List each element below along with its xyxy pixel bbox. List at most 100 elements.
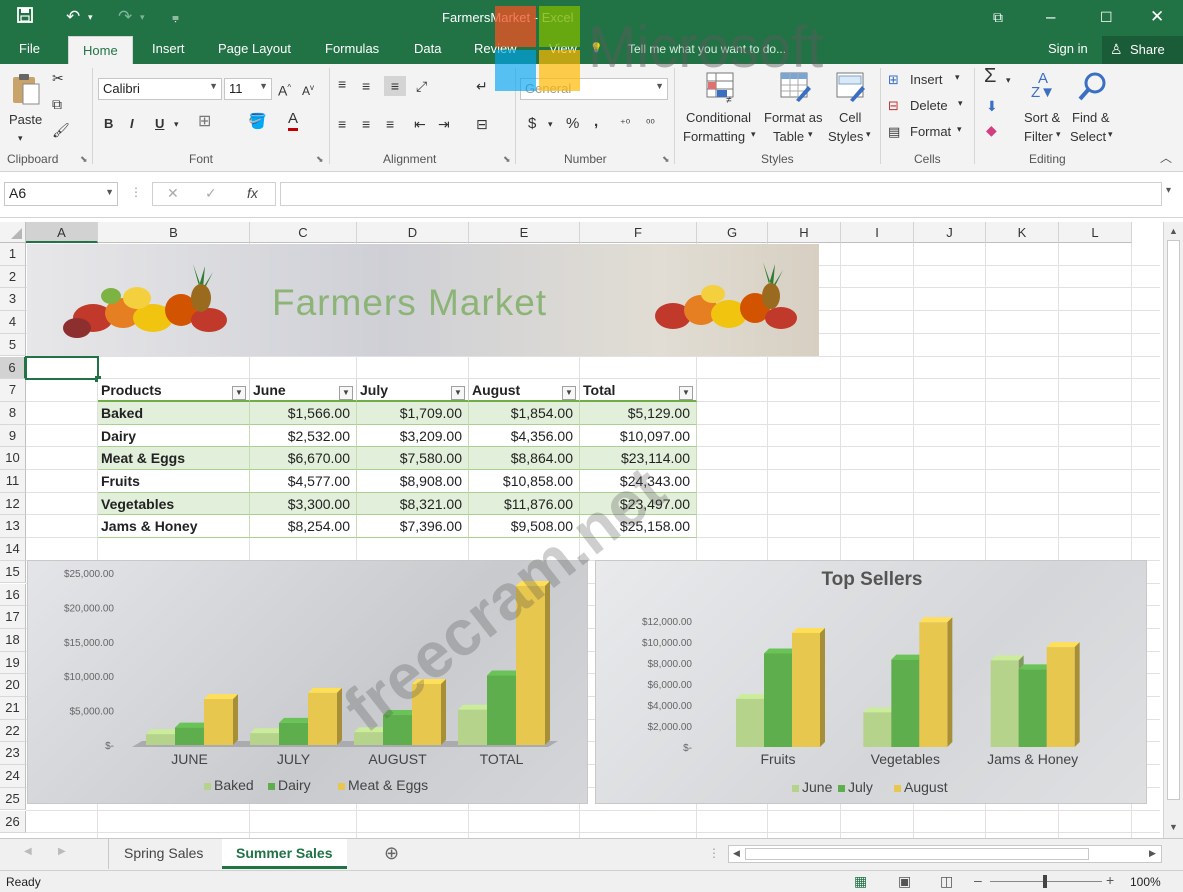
column-header[interactable]: I — [841, 222, 914, 243]
insert-cells-icon[interactable]: ⊞ — [888, 70, 899, 90]
filter-dropdown-icon[interactable]: ▼ — [339, 386, 353, 400]
ribbon-display-options-icon[interactable]: ⧉ — [993, 6, 1003, 28]
italic-button[interactable]: I — [130, 114, 134, 134]
underline-dropdown-icon[interactable]: ▾ — [174, 114, 179, 134]
cut-icon[interactable]: ✂ — [52, 68, 64, 88]
number-format-combo[interactable]: General ▼ — [520, 78, 668, 100]
top-sellers-chart[interactable]: Top Sellers $- $2,000.00 $4,000.00 $6,000.00… — [595, 560, 1147, 804]
filter-dropdown-icon[interactable]: ▼ — [562, 386, 576, 400]
expand-formula-bar-icon[interactable]: ▾ — [1166, 185, 1171, 196]
tab-page-layout[interactable]: Page Layout — [218, 41, 291, 56]
alignment-launcher-icon[interactable]: ⬊ — [503, 154, 511, 165]
table-header-cell[interactable]: Products ▼ — [98, 379, 250, 402]
value-cell[interactable]: $23,497.00 — [580, 492, 697, 516]
horizontal-scrollbar[interactable]: ◀ ▶ — [728, 845, 1162, 863]
value-cell[interactable]: $8,908.00 — [357, 470, 469, 493]
value-cell[interactable]: $25,158.00 — [580, 515, 697, 539]
insert-function-icon[interactable]: fx — [247, 185, 258, 201]
column-header[interactable]: G — [697, 222, 768, 243]
format-cells-label[interactable]: Format — [910, 124, 951, 139]
wrap-text-icon[interactable]: ↵ — [476, 76, 488, 96]
value-cell[interactable]: $2,532.00 — [250, 424, 357, 448]
comma-button[interactable]: , — [594, 112, 598, 132]
row-header[interactable]: 5 — [0, 333, 26, 357]
copy-icon[interactable]: ⧉ — [52, 94, 62, 114]
row-header[interactable]: 25 — [0, 787, 26, 811]
row-header[interactable]: 8 — [0, 401, 26, 425]
column-header[interactable]: L — [1059, 222, 1132, 243]
find-select-label-2[interactable]: Select — [1070, 129, 1106, 144]
row-header[interactable]: 15 — [0, 560, 26, 584]
undo-icon[interactable]: ↶ — [66, 6, 80, 28]
value-cell[interactable]: $4,577.00 — [250, 470, 357, 493]
zoom-slider-thumb[interactable] — [1043, 875, 1047, 888]
collapse-ribbon-icon[interactable]: ︿ — [1160, 148, 1172, 168]
format-as-table-icon[interactable] — [778, 70, 812, 102]
fill-icon[interactable]: ⬇ — [986, 96, 998, 116]
table-header-cell[interactable]: August ▼ — [469, 379, 580, 402]
percent-button[interactable]: % — [566, 114, 579, 134]
tab-formulas[interactable]: Formulas — [325, 41, 379, 56]
value-cell[interactable]: $24,343.00 — [580, 470, 697, 493]
tab-file[interactable]: File — [19, 41, 40, 56]
format-as-table-label-1[interactable]: Format as — [764, 110, 823, 125]
table-header-cell[interactable]: Total ▼ — [580, 379, 697, 402]
filter-dropdown-icon[interactable]: ▼ — [232, 386, 246, 400]
row-header[interactable]: 12 — [0, 492, 26, 516]
increase-decimal-icon[interactable]: ⁺⁰ — [620, 114, 630, 134]
table-header-cell[interactable]: July ▼ — [357, 379, 469, 402]
decrease-font-icon[interactable]: Av — [302, 78, 314, 101]
vertical-scroll-thumb[interactable] — [1167, 240, 1180, 800]
scroll-down-icon[interactable]: ▼ — [1169, 822, 1178, 832]
close-icon[interactable]: ✕ — [1150, 6, 1164, 28]
format-as-table-label-2[interactable]: Table — [773, 129, 804, 144]
align-left-icon[interactable]: ≡ — [338, 114, 346, 134]
column-header[interactable]: D — [357, 222, 469, 243]
column-header[interactable]: B — [98, 222, 250, 243]
delete-cells-icon[interactable]: ⊟ — [888, 96, 899, 116]
autosum-dropdown-icon[interactable]: ▾ — [1006, 70, 1011, 90]
column-header[interactable]: A — [26, 222, 98, 243]
name-box[interactable]: A6 ▼ — [4, 182, 118, 206]
vertical-scrollbar[interactable]: ▲ ▼ — [1163, 222, 1183, 838]
horizontal-scroll-thumb[interactable] — [745, 848, 1089, 860]
row-header[interactable]: 13 — [0, 515, 26, 539]
increase-font-icon[interactable]: A^ — [278, 78, 291, 101]
currency-dropdown-icon[interactable]: ▾ — [548, 114, 553, 134]
font-size-combo[interactable]: 11 ▼ — [224, 78, 272, 100]
scroll-right-icon[interactable]: ▶ — [1149, 848, 1156, 859]
product-cell[interactable]: Jams & Honey — [98, 515, 250, 539]
value-cell[interactable]: $8,864.00 — [469, 447, 580, 470]
selected-cell-a6[interactable] — [25, 356, 99, 380]
bottom-align-icon[interactable]: ≡ — [384, 76, 406, 96]
row-header[interactable]: 26 — [0, 810, 26, 834]
find-select-icon[interactable] — [1076, 70, 1110, 102]
product-cell[interactable]: Vegetables — [98, 492, 250, 516]
conditional-formatting-label-1[interactable]: Conditional — [686, 110, 751, 125]
column-header[interactable]: K — [986, 222, 1059, 243]
row-header[interactable]: 20 — [0, 674, 26, 697]
align-right-icon[interactable]: ≡ — [386, 114, 394, 134]
font-launcher-icon[interactable]: ⬊ — [316, 154, 324, 165]
row-header[interactable]: 7 — [0, 379, 26, 402]
value-cell[interactable]: $3,300.00 — [250, 492, 357, 516]
tell-me-box[interactable]: Tell me what you want to do... — [628, 42, 786, 56]
increase-indent-icon[interactable]: ⇥ — [438, 114, 450, 134]
row-header[interactable]: 19 — [0, 651, 26, 675]
font-color-icon[interactable]: A — [288, 110, 299, 131]
value-cell[interactable]: $6,670.00 — [250, 447, 357, 470]
column-header[interactable]: C — [250, 222, 357, 243]
row-header[interactable]: 23 — [0, 742, 26, 766]
align-center-icon[interactable]: ≡ — [362, 114, 370, 134]
value-cell[interactable]: $1,566.00 — [250, 401, 357, 425]
select-all-corner[interactable] — [0, 222, 26, 243]
product-cell[interactable]: Baked — [98, 401, 250, 425]
tab-view[interactable]: View — [549, 41, 577, 56]
decrease-indent-icon[interactable]: ⇤ — [414, 114, 426, 134]
clipboard-launcher-icon[interactable]: ⬊ — [80, 154, 88, 165]
minimize-icon[interactable]: – — [1046, 6, 1055, 28]
enter-icon[interactable]: ✓ — [205, 185, 217, 202]
tab-home[interactable]: Home — [68, 36, 133, 64]
column-header[interactable]: J — [914, 222, 986, 243]
value-cell[interactable]: $8,254.00 — [250, 515, 357, 539]
